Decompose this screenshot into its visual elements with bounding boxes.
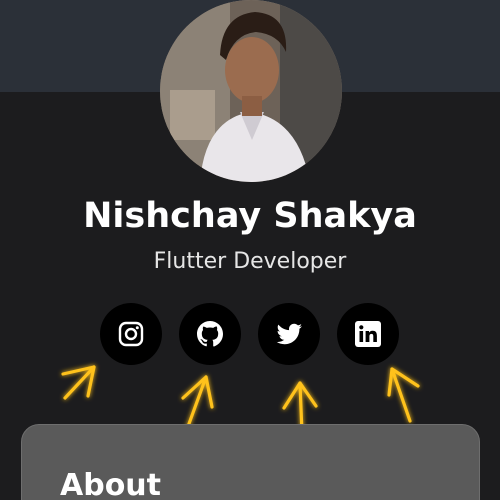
github-icon [197, 321, 223, 347]
github-button[interactable] [179, 303, 241, 365]
profile-role: Flutter Developer [153, 249, 347, 274]
linkedin-button[interactable] [337, 303, 399, 365]
instagram-icon [118, 321, 144, 347]
profile-avatar [160, 0, 342, 182]
twitter-icon [276, 323, 302, 345]
about-title: About [60, 468, 162, 500]
profile-name: Nishchay Shakya [83, 196, 417, 236]
arrow-instagram-icon [61, 365, 96, 400]
linkedin-icon [355, 321, 381, 347]
twitter-button[interactable] [258, 303, 320, 365]
profile-photo-icon [160, 0, 342, 182]
instagram-button[interactable] [100, 303, 162, 365]
arrow-linkedin-icon [387, 367, 420, 423]
